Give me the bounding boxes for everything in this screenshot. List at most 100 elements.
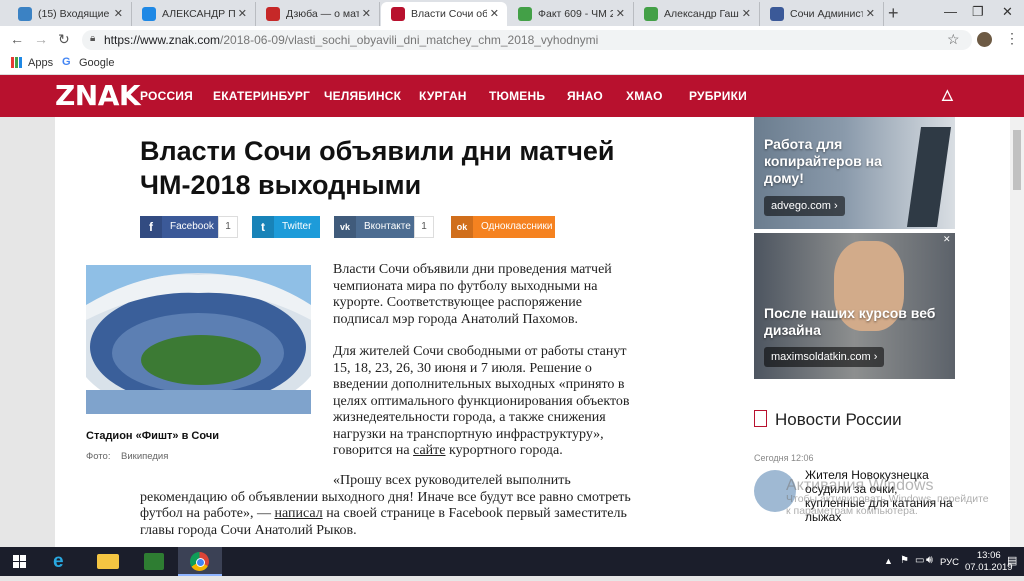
start-button[interactable]	[0, 547, 40, 576]
notifications-icon[interactable]: ▤	[1007, 554, 1017, 567]
scrollbar-thumb[interactable]	[1013, 130, 1021, 190]
share-twitter-button[interactable]: t Twitter	[252, 216, 320, 238]
volume-icon[interactable]: 🔊︎	[926, 554, 933, 567]
browser-tab[interactable]: Сочи Администра ✕	[760, 2, 884, 26]
news-favicon-icon	[266, 7, 280, 21]
facebook-icon: f	[140, 216, 162, 238]
article-paragraph-2: Для жителей Сочи свободными от работы ст…	[333, 344, 638, 460]
share-label: Вконтакте	[364, 221, 411, 232]
store-icon	[144, 553, 164, 570]
maximize-icon[interactable]: ❐	[972, 4, 984, 20]
browser-tab[interactable]: АЛЕКСАНДР П ✕	[132, 2, 256, 26]
tab-title: Сочи Администра	[790, 8, 863, 20]
sheet-favicon-icon	[518, 7, 532, 21]
forward-arrow-icon[interactable]: →	[34, 31, 48, 47]
bookmark-google[interactable]: Google	[79, 57, 114, 69]
news-section-heading[interactable]: Новости России	[775, 410, 902, 430]
bookmark-star-icon[interactable]: ☆	[947, 31, 960, 48]
ad-title: Работа для копирайтеров на дому!	[764, 136, 882, 186]
tab-title: Дзюба — о матче	[286, 8, 359, 20]
close-tab-icon[interactable]: ✕	[114, 7, 123, 20]
minimize-icon[interactable]: —	[944, 4, 957, 19]
tab-title: Факт 609 - ЧМ 201	[538, 8, 613, 20]
close-tab-icon[interactable]: ✕	[616, 7, 625, 20]
lock-icon[interactable]: 🔒︎	[90, 33, 95, 44]
close-window-icon[interactable]: ✕	[1002, 4, 1013, 20]
nav-item-russia[interactable]: РОССИЯ	[140, 89, 193, 103]
article-paragraph-3: «Прошу всех руководителей выполнить реко…	[140, 473, 640, 539]
menu-dots-icon[interactable]: ⋮	[1005, 30, 1019, 47]
store-taskbar-button[interactable]	[134, 547, 174, 576]
browser-tab[interactable]: Факт 609 - ЧМ 201 ✕	[508, 2, 634, 26]
close-tab-icon[interactable]: ✕	[362, 7, 371, 20]
internet-explorer-icon: e	[53, 551, 64, 572]
scroll-up-icon[interactable]: △	[942, 86, 953, 103]
photo-credit: Фото: Википедия	[86, 451, 169, 462]
share-count: 1	[218, 216, 238, 238]
nav-item-ekaterinburg[interactable]: ЕКАТЕРИНБУРГ	[213, 89, 310, 103]
paragraph-text: курортного города.	[445, 443, 563, 458]
photo-caption: Стадион «Фишт» в Сочи	[86, 430, 219, 442]
ad-link-button[interactable]: maximsoldatkin.com ›	[764, 347, 885, 367]
article-paragraph-1: Власти Сочи объявили дни проведения матч…	[333, 262, 612, 327]
clock-time: 13:06	[976, 550, 1001, 561]
facebook-favicon-icon	[770, 7, 784, 21]
nav-item-tyumen[interactable]: ТЮМЕНЬ	[489, 89, 545, 103]
network-icon[interactable]: ⚑	[900, 555, 909, 566]
share-label: Twitter	[282, 221, 312, 232]
url-path: /2018-06-09/vlasti_sochi_obyavili_dni_ma…	[220, 33, 599, 47]
nav-item-chelyabinsk[interactable]: ЧЕЛЯБИНСК	[324, 89, 401, 103]
share-vkontakte-button[interactable]: vk Вконтакте	[334, 216, 414, 238]
ad-link-button[interactable]: advego.com ›	[764, 196, 845, 216]
sheet-favicon-icon	[644, 7, 658, 21]
apps-grid-icon	[11, 57, 22, 68]
tray-expand-icon[interactable]: ▲	[884, 556, 893, 566]
display-icon[interactable]: ▭	[915, 555, 924, 566]
bookmarks-bar	[0, 53, 1024, 75]
back-arrow-icon[interactable]: ←	[10, 31, 24, 47]
browser-tab-active[interactable]: Власти Сочи объя ✕	[381, 2, 507, 26]
profile-avatar[interactable]	[977, 32, 992, 47]
news-timestamp: Сегодня 12:06	[754, 453, 814, 463]
paragraph-text: Для жителей Сочи свободными от работы ст…	[333, 344, 630, 458]
reload-icon[interactable]: ↻	[58, 31, 70, 48]
site-link[interactable]: сайте	[413, 443, 445, 458]
chrome-icon-center	[196, 558, 205, 567]
share-count: 1	[414, 216, 434, 238]
chrome-taskbar-button[interactable]	[178, 547, 222, 576]
new-tab-button[interactable]: +	[888, 3, 899, 24]
url-text: https://www.znak.com/2018-06-09/vlasti_s…	[104, 33, 598, 47]
share-odnoklassniki-button[interactable]: ok Одноклассники	[451, 216, 555, 238]
close-tab-icon[interactable]: ✕	[742, 7, 751, 20]
bookmark-apps[interactable]: Apps	[28, 57, 53, 69]
ad-banner-copywriters[interactable]: Работа для копирайтеров на дому! advego.…	[754, 117, 955, 229]
ad-banner-webdesign[interactable]: После наших курсов веб дизайна maximsold…	[754, 233, 955, 379]
nav-item-rubriki[interactable]: РУБРИКИ	[689, 89, 747, 103]
news-document-icon	[754, 410, 767, 427]
close-tab-icon[interactable]: ✕	[490, 7, 499, 20]
ad-title: После наших курсов веб дизайна	[764, 305, 936, 338]
google-icon: G	[62, 56, 71, 68]
site-logo[interactable]: ZNAK	[55, 79, 141, 112]
vk-icon: vk	[334, 216, 356, 238]
article-title: Власти Сочи объявили дни матчей ЧМ-2018 …	[140, 136, 615, 200]
explorer-taskbar-button[interactable]	[88, 547, 128, 576]
stadium-photo[interactable]	[86, 265, 311, 414]
browser-tab[interactable]: (15) Входящие - П ✕	[8, 2, 132, 26]
site-header: РОССИЯ ЕКАТЕРИНБУРГ ЧЕЛЯБИНСК КУРГАН ТЮМ…	[0, 75, 1024, 117]
browser-tab[interactable]: Александр Гашин ✕	[634, 2, 760, 26]
clock-date: 07.01.2019	[965, 562, 1013, 573]
taskbar-clock[interactable]: 13:06 07.01.2019	[965, 550, 1013, 574]
ad-close-icon[interactable]: ✕	[943, 234, 951, 245]
ie-taskbar-button[interactable]: e	[42, 547, 82, 576]
facebook-post-link[interactable]: написал	[274, 506, 322, 521]
nav-item-kurgan[interactable]: КУРГАН	[419, 89, 467, 103]
windows-logo-icon	[13, 555, 26, 568]
share-facebook-button[interactable]: f Facebook	[140, 216, 218, 238]
close-tab-icon[interactable]: ✕	[866, 7, 875, 20]
nav-item-yanao[interactable]: ЯНАО	[567, 89, 603, 103]
browser-tab[interactable]: Дзюба — о матче ✕	[256, 2, 380, 26]
language-indicator[interactable]: РУС	[940, 557, 959, 568]
nav-item-hmao[interactable]: ХМАО	[626, 89, 663, 103]
close-tab-icon[interactable]: ✕	[238, 7, 247, 20]
